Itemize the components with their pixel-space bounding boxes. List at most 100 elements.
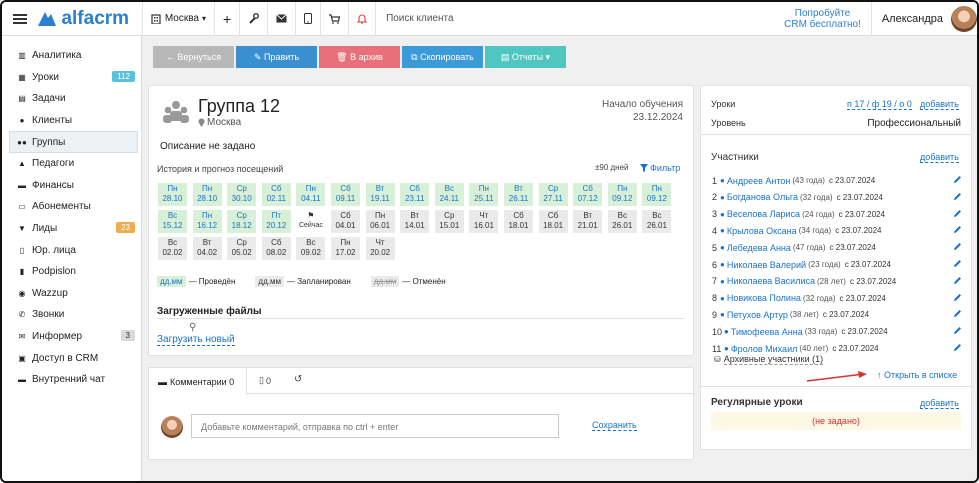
attendance-day[interactable]: Вс 24.11 bbox=[434, 183, 464, 206]
pencil-icon[interactable] bbox=[953, 225, 962, 236]
participant-name[interactable]: Николаева Василиса bbox=[727, 276, 815, 286]
lessons-value[interactable]: п 17 / ф 19 / о 0 bbox=[847, 99, 912, 110]
pencil-icon[interactable] bbox=[953, 242, 962, 253]
attendance-day[interactable]: Сб 18.01 bbox=[504, 210, 533, 233]
attendance-day[interactable]: Ср 30.10 bbox=[227, 183, 257, 206]
attendance-day[interactable]: Вс 26.01 bbox=[607, 210, 637, 233]
pencil-icon[interactable] bbox=[953, 259, 962, 270]
user-menu[interactable]: Александра bbox=[872, 5, 977, 32]
sidebar-item-1[interactable]: ▦ Уроки 112 bbox=[2, 67, 141, 89]
participant-name[interactable]: Андреев Антон bbox=[727, 176, 791, 186]
sidebar-item-0[interactable]: ▥ Аналитика bbox=[2, 45, 141, 67]
attendance-day[interactable]: Пн 04.11 bbox=[296, 183, 326, 206]
attendance-day[interactable]: Чт 20.02 bbox=[365, 237, 395, 260]
attendance-day[interactable]: Ср 05.02 bbox=[227, 237, 257, 260]
attendance-day[interactable]: Вт 14.01 bbox=[400, 210, 430, 233]
pencil-icon[interactable] bbox=[953, 293, 962, 304]
attendance-day[interactable]: Вс 09.02 bbox=[296, 237, 326, 260]
participant-name[interactable]: Крылова Оксана bbox=[727, 226, 797, 236]
attendance-day[interactable]: Вт 04.02 bbox=[192, 237, 222, 260]
sidebar-item-7[interactable]: ▭ Абонементы bbox=[2, 196, 141, 218]
attendance-day[interactable]: Сб 08.02 bbox=[261, 237, 291, 260]
attendance-day[interactable]: Вт 21.01 bbox=[573, 210, 603, 233]
sidebar-item-4[interactable]: ●● Группы bbox=[9, 131, 138, 153]
attendance-day[interactable]: Ср 27.11 bbox=[538, 183, 568, 206]
sidebar-item-6[interactable]: ▬ Финансы bbox=[2, 175, 141, 197]
attendance-day[interactable]: ⚑ Сейчас bbox=[296, 210, 326, 233]
sidebar-item-13[interactable]: ✉ Информер 3 bbox=[2, 326, 141, 348]
attendance-day[interactable]: Пн 09.12 bbox=[607, 183, 637, 206]
sidebar-item-3[interactable]: ● Клиенты bbox=[2, 110, 141, 132]
edit-button[interactable]: ✎ Править bbox=[236, 46, 317, 68]
attendance-day[interactable]: Сб 04.01 bbox=[331, 210, 360, 233]
attendance-day[interactable]: Вс 02.02 bbox=[158, 237, 187, 260]
pencil-icon[interactable] bbox=[953, 192, 962, 203]
sidebar-item-15[interactable]: ▬ Внутренний чат bbox=[2, 369, 141, 391]
history-icon[interactable]: ↺ bbox=[294, 374, 302, 385]
pencil-icon[interactable] bbox=[953, 343, 962, 354]
logo[interactable]: alfacrm bbox=[37, 8, 141, 30]
attendance-day[interactable]: Сб 18.01 bbox=[538, 210, 568, 233]
client-search[interactable]: Поиск клиента bbox=[376, 2, 780, 36]
archived-participants-link[interactable]: ⛁ Архивные участники (1) bbox=[714, 354, 824, 365]
attendance-day[interactable]: Вс 26.01 bbox=[642, 210, 672, 233]
sidebar-item-8[interactable]: ▼ Лиды 23 bbox=[2, 218, 141, 240]
participant-name[interactable]: Петухов Артур bbox=[727, 310, 788, 320]
attendance-day[interactable]: Пн 17.02 bbox=[331, 237, 360, 260]
reports-button[interactable]: ▤ Отчеты ▾ bbox=[485, 46, 566, 68]
participant-name[interactable]: Веселова Лариса bbox=[727, 209, 800, 219]
add-lesson-link[interactable]: добавить bbox=[920, 99, 959, 110]
comment-input[interactable]: Добавьте комментарий, отправка по ctrl +… bbox=[191, 414, 559, 438]
tab-files[interactable]: ▯ 0 bbox=[259, 375, 271, 386]
participant-name[interactable]: Богданова Ольга bbox=[727, 192, 798, 202]
sidebar-item-14[interactable]: ▣ Доступ в CRM bbox=[2, 347, 141, 369]
open-in-list-link[interactable]: ↑ Открыть в списке bbox=[877, 370, 957, 380]
filter-button[interactable]: Фильтр bbox=[640, 163, 680, 173]
pencil-icon[interactable] bbox=[953, 209, 962, 220]
back-button[interactable]: ← Вернуться bbox=[153, 46, 234, 68]
add-button[interactable]: + bbox=[215, 2, 239, 36]
attendance-day[interactable]: Пн 16.12 bbox=[192, 210, 222, 233]
attendance-day[interactable]: Пн 28.10 bbox=[192, 183, 222, 206]
save-comment-button[interactable]: Сохранить bbox=[592, 420, 637, 431]
cart-button[interactable] bbox=[321, 2, 348, 36]
tab-comments[interactable]: ▬ Комментарии 0 bbox=[149, 368, 247, 395]
attendance-day[interactable]: Вс 15.12 bbox=[158, 210, 187, 233]
settings-button[interactable] bbox=[240, 2, 267, 36]
participant-name[interactable]: Николаев Валерий bbox=[727, 260, 806, 270]
attendance-day[interactable]: Сб 23.11 bbox=[400, 183, 430, 206]
participant-name[interactable]: Лебедева Анна bbox=[727, 243, 791, 253]
attendance-day[interactable]: Сб 02.11 bbox=[261, 183, 291, 206]
phone-button[interactable] bbox=[296, 2, 320, 36]
menu-icon[interactable] bbox=[2, 17, 37, 20]
archive-button[interactable]: 🗑 В архив bbox=[319, 46, 400, 68]
sidebar-item-9[interactable]: ▯ Юр. лица bbox=[2, 239, 141, 261]
add-regular-link[interactable]: добавить bbox=[920, 398, 959, 409]
sidebar-item-5[interactable]: ▲ Педагоги bbox=[2, 153, 141, 175]
pencil-icon[interactable] bbox=[953, 309, 962, 320]
copy-button[interactable]: ⧉ Скопировать bbox=[402, 46, 483, 68]
try-crm-link[interactable]: Попробуйте CRM бесплатно! bbox=[780, 8, 865, 30]
pencil-icon[interactable] bbox=[953, 276, 962, 287]
sidebar-item-11[interactable]: ◉ Wazzup bbox=[2, 283, 141, 305]
pencil-icon[interactable] bbox=[953, 326, 962, 337]
attendance-day[interactable]: Ср 18.12 bbox=[227, 210, 257, 233]
participant-name[interactable]: Фролов Михаил bbox=[731, 344, 798, 354]
sidebar-item-10[interactable]: ▮ Podpislon bbox=[2, 261, 141, 283]
attendance-day[interactable]: Сб 09.11 bbox=[331, 183, 360, 206]
attendance-day[interactable]: Пн 09.12 bbox=[642, 183, 672, 206]
participant-name[interactable]: Тимофеева Анна bbox=[731, 327, 803, 337]
attendance-day[interactable]: Чт 16.01 bbox=[469, 210, 499, 233]
branch-selector[interactable]: Москва ▾ bbox=[143, 2, 214, 36]
participant-name[interactable]: Новикова Полина bbox=[727, 293, 801, 303]
attendance-day[interactable]: Ср 15.01 bbox=[434, 210, 464, 233]
attendance-day[interactable]: Вт 19.11 bbox=[365, 183, 395, 206]
notifications-button[interactable] bbox=[349, 2, 375, 36]
sidebar-item-2[interactable]: ▤ Задачи bbox=[2, 88, 141, 110]
attendance-day[interactable]: Пн 28.10 bbox=[158, 183, 187, 206]
attendance-day[interactable]: Пн 25.11 bbox=[469, 183, 499, 206]
sidebar-item-12[interactable]: ✆ Звонки bbox=[2, 304, 141, 326]
attendance-day[interactable]: Вт 26.11 bbox=[504, 183, 533, 206]
attendance-day[interactable]: Пт 20.12 bbox=[261, 210, 291, 233]
pencil-icon[interactable] bbox=[953, 175, 962, 186]
